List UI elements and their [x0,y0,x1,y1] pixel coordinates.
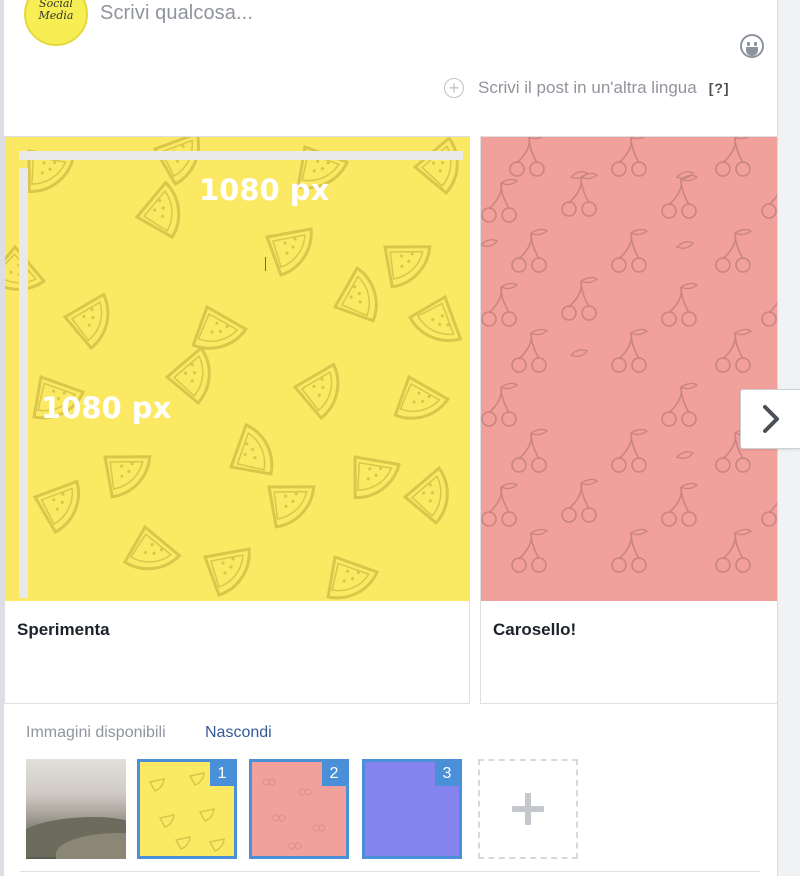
card-title[interactable]: Sperimenta [17,620,110,640]
height-measure-bar [19,168,28,598]
post-text-input[interactable]: Scrivi qualcosa... [100,2,253,25]
image-thumb-photo[interactable] [26,759,126,859]
divider [20,871,760,872]
height-label: 1080 px [41,391,172,425]
help-link[interactable]: [?] [709,80,730,96]
avatar-text-media: Media [38,9,74,22]
carousel-card-1[interactable]: 1080 px 1080 px Sperimenta [4,136,470,704]
chevron-right-icon [762,405,779,433]
width-label: 1080 px [199,173,330,207]
smiley-icon[interactable] [740,34,764,58]
smiley-mouth [746,47,758,56]
image-thumb-1[interactable]: 1 [137,759,237,859]
hide-images-link[interactable]: Nascondi [205,724,272,742]
cherry-pattern-image[interactable] [481,137,799,601]
cherry-pattern-icon [481,137,798,573]
image-thumb-2[interactable]: 2 [249,759,349,859]
image-thumb-3[interactable]: 3 [362,759,462,859]
plus-icon [512,793,544,825]
smiley-eye-right [754,42,757,46]
text-cursor [265,257,266,271]
add-language-icon[interactable]: + [444,78,464,98]
smiley-eye-left [747,42,750,46]
selection-number: 1 [210,762,234,786]
avatar-text-social: Social [39,0,73,10]
carousel-next-button[interactable] [740,389,800,449]
width-measure-bar [19,151,463,160]
watermelon-pattern-image[interactable]: 1080 px 1080 px [5,137,469,601]
translate-post-link[interactable]: Scrivi il post in un'altra lingua [478,78,697,98]
selection-number: 3 [435,762,459,786]
card-title[interactable]: Carosello! [493,620,576,640]
available-images-label: Immagini disponibili [26,724,166,741]
selection-number: 2 [322,762,346,786]
add-image-button[interactable] [478,759,578,859]
translate-post-row[interactable]: + Scrivi il post in un'altra lingua [?] [444,76,730,100]
